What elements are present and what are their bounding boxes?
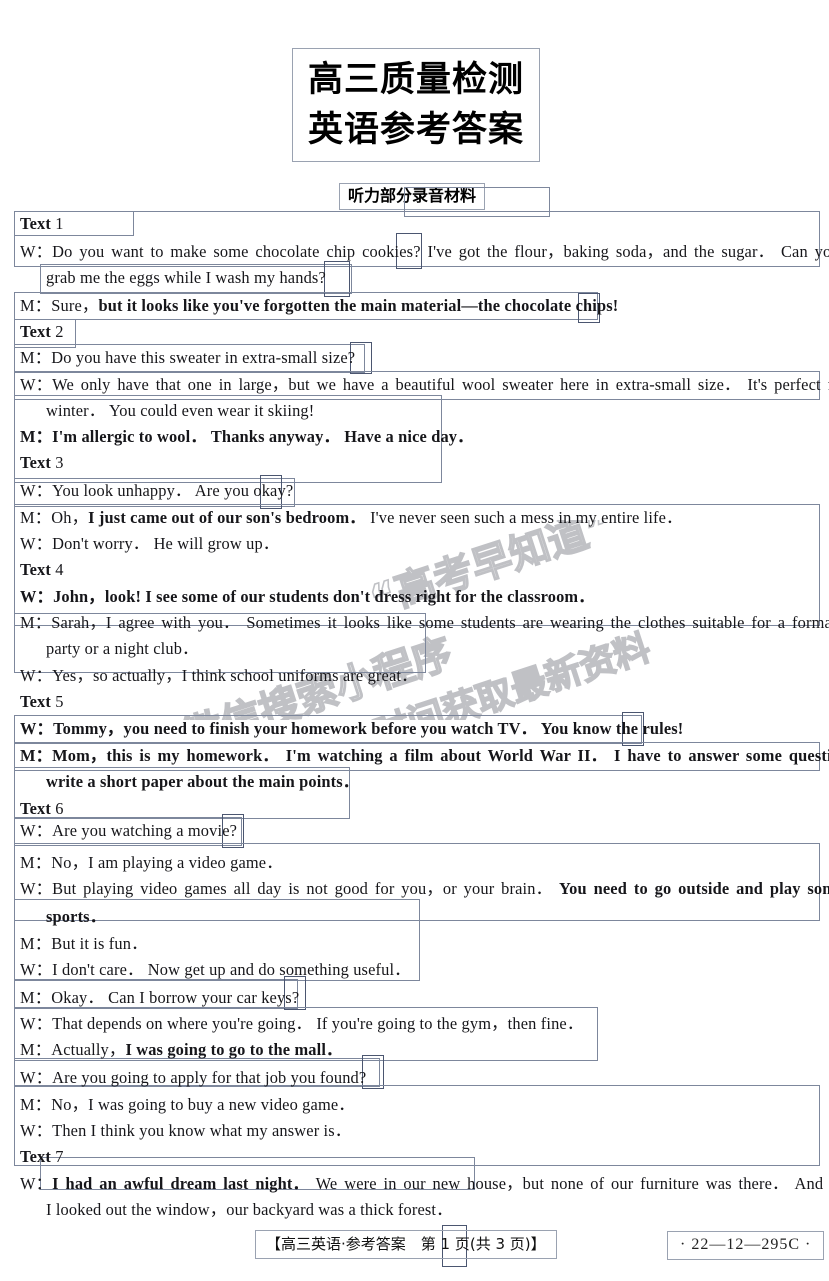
text-heading: Text 5: [20, 692, 64, 711]
transcript-body: Text 1 W：Do you want to make some chocol…: [0, 187, 829, 1219]
transcript-line: W：Do you want to make some chocolate chi…: [20, 242, 829, 261]
text-heading-number: 7: [55, 1147, 64, 1166]
transcript-line: M：Oh，I just came out of our son's bedroo…: [20, 508, 683, 527]
transcript-line: M：Sure，but it looks like you've forgotte…: [20, 296, 619, 315]
exam-title-line-1: 高三质量检测: [307, 60, 524, 100]
section-header-listening: 听力部分录音材料: [339, 183, 486, 210]
transcript-line-cont: write a short paper about the main point…: [46, 772, 360, 791]
transcript-line: W：John，look! I see some of our students …: [20, 587, 595, 606]
transcript-line: W：You look unhappy． Are you okay?: [20, 481, 294, 500]
transcript-line: W：Are you going to apply for that job yo…: [20, 1068, 367, 1087]
transcript-line: M：No，I was going to buy a new video game…: [20, 1095, 355, 1114]
text-heading: Text 6: [20, 799, 64, 818]
transcript-line: W：Yes，so actually，I think school uniform…: [20, 666, 418, 685]
transcript-line: M：No，I am playing a video game．: [20, 853, 283, 872]
transcript-line: M：Mom，this is my homework． I'm watching …: [20, 746, 829, 765]
transcript-line: M：Sarah，I agree with you． Sometimes it l…: [20, 613, 829, 632]
transcript-line: W：But playing video games all day is not…: [20, 879, 829, 898]
text-heading: Text 7: [20, 1147, 64, 1166]
text-heading: Text 3: [20, 453, 64, 472]
transcript-line: W：Are you watching a movie?: [20, 821, 238, 840]
transcript-line: W：Then I think you know what my answer i…: [20, 1121, 352, 1140]
transcript-line-cont: sports．: [46, 907, 107, 926]
transcript-line: W：We only have that one in large，but we …: [20, 375, 829, 394]
transcript-line-cont: winter． You could even wear it skiing!: [46, 401, 315, 420]
text-heading-number: 4: [55, 560, 64, 579]
transcript-line: W：Tommy，you need to finish your homework…: [20, 719, 684, 738]
transcript-line-cont: party or a night club．: [46, 639, 199, 658]
exam-title-box: 高三质量检测 英语参考答案: [292, 48, 540, 162]
footer-page-info: 【高三英语·参考答案 第 1 页(共 3 页)】: [255, 1230, 557, 1259]
text-heading-number: 2: [55, 322, 64, 341]
text-heading: Text 4: [20, 560, 64, 579]
text-heading-number: 6: [55, 799, 64, 818]
exam-title-line-2: 英语参考答案: [307, 110, 524, 150]
text-heading-number: 1: [55, 214, 64, 233]
transcript-line: W：I don't care． Now get up and do someth…: [20, 960, 411, 979]
transcript-line: W：Don't worry． He will grow up．: [20, 534, 280, 553]
transcript-line-cont: I looked out the window，our backyard was…: [46, 1200, 453, 1219]
transcript-line: M：I'm allergic to wool． Thanks anyway． H…: [20, 427, 474, 446]
text-heading-number: 5: [55, 692, 64, 711]
transcript-line: M：But it is fun．: [20, 934, 148, 953]
text-heading-number: 3: [55, 453, 64, 472]
transcript-line: M：Actually，I was going to go to the mall…: [20, 1040, 343, 1059]
transcript-line: W：That depends on where you're going． If…: [20, 1014, 584, 1033]
transcript-line: M：Do you have this sweater in extra-smal…: [20, 348, 356, 367]
footer-paper-code: · 22—12—295C ·: [667, 1231, 825, 1260]
transcript-line-cont: grab me the eggs while I wash my hands?: [46, 268, 326, 287]
annotation-box: [324, 261, 350, 297]
text-heading: Text 2: [20, 322, 64, 341]
transcript-line: M：Okay． Can I borrow your car keys?: [20, 988, 300, 1007]
transcript-line: W：I had an awful dream last night． We we…: [20, 1174, 829, 1193]
text-heading: Text 1: [20, 214, 64, 233]
